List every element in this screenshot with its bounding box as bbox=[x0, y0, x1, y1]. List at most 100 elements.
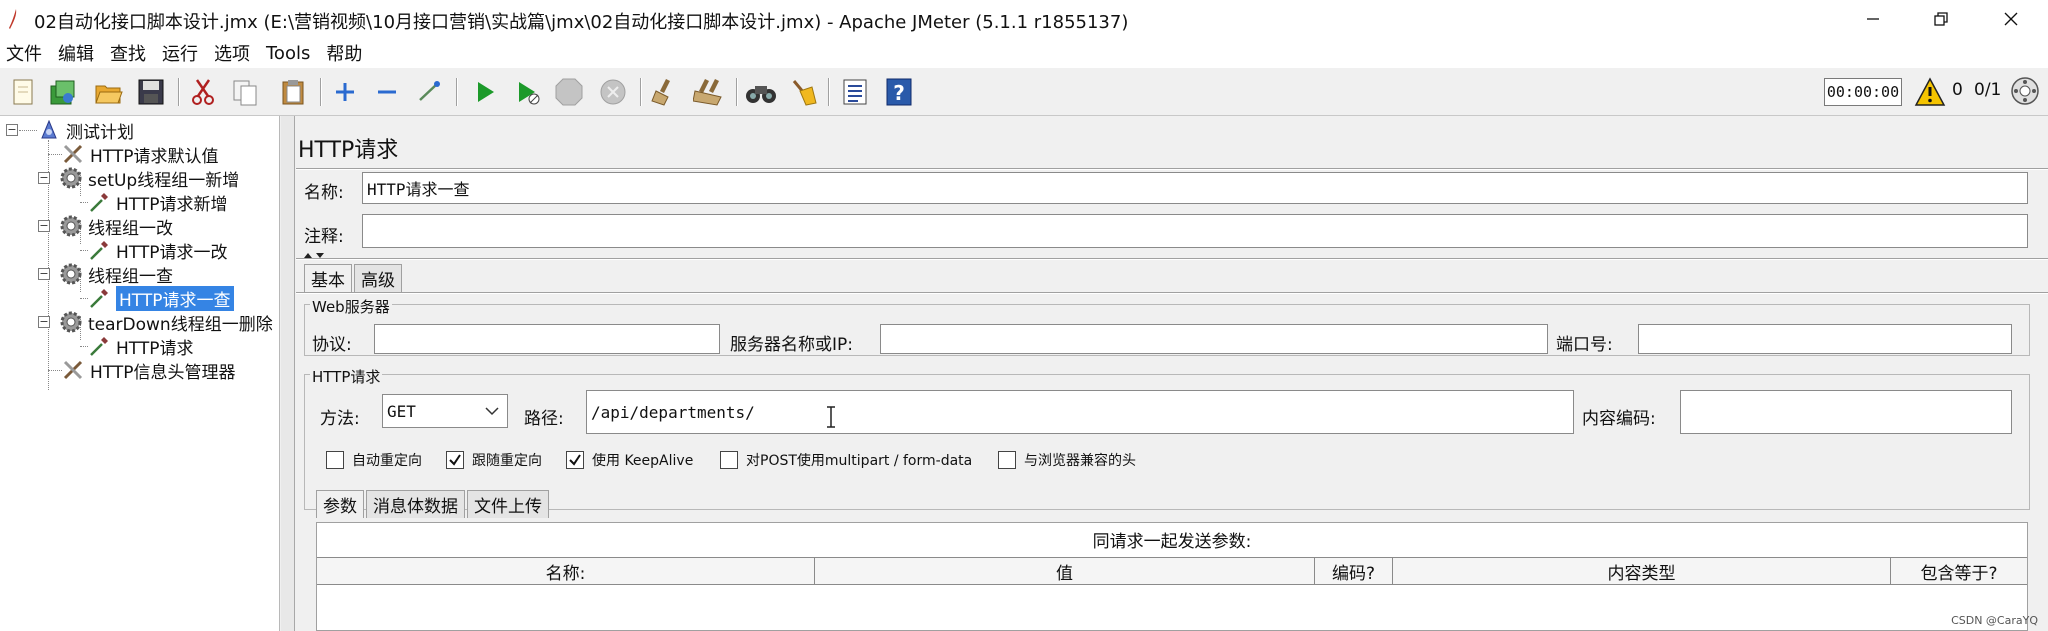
tab-body-data[interactable]: 消息体数据 bbox=[366, 490, 465, 518]
tree-node-label: setUp线程组一新增 bbox=[88, 170, 240, 191]
menu-options[interactable]: 选项 bbox=[214, 40, 250, 66]
multipart-checkbox[interactable]: 对POST使用multipart / form-data bbox=[720, 450, 972, 470]
tree-node-thread-group-query[interactable]: 线程组一查 bbox=[58, 262, 173, 287]
plus-icon bbox=[336, 83, 354, 101]
test-plan-tree[interactable]: − 测试计划 HTTP请求默认值 − setUp线程组一新增 HTTP请求新增 … bbox=[0, 116, 280, 631]
stop-button[interactable] bbox=[552, 75, 586, 109]
encoding-field[interactable] bbox=[1680, 390, 2012, 434]
menu-edit[interactable]: 编辑 bbox=[58, 40, 94, 66]
wrench-icon bbox=[60, 142, 86, 166]
path-field[interactable]: /api/departments/ bbox=[586, 390, 1574, 434]
expand-all-button[interactable] bbox=[328, 75, 362, 109]
column-header-value[interactable]: 值 bbox=[815, 558, 1315, 584]
http-request-group-title: HTTP请求 bbox=[310, 366, 383, 387]
clear-icon bbox=[651, 79, 670, 106]
tree-node-http-defaults[interactable]: HTTP请求默认值 bbox=[60, 142, 219, 167]
divider bbox=[296, 258, 2048, 260]
method-select[interactable]: GET bbox=[382, 394, 508, 428]
split-pane-divider[interactable] bbox=[281, 116, 295, 631]
table-caption: 同请求一起发送参数: bbox=[1092, 532, 1252, 552]
tree-toggle[interactable]: − bbox=[38, 172, 50, 184]
tree-node-test-plan[interactable]: 测试计划 bbox=[36, 118, 134, 143]
shutdown-button[interactable] bbox=[596, 75, 630, 109]
cut-button[interactable] bbox=[186, 75, 220, 109]
tree-node-label: HTTP请求新增 bbox=[116, 194, 228, 215]
column-header-include-equals[interactable]: 包含等于? bbox=[1891, 558, 2027, 584]
function-helper-button[interactable] bbox=[838, 75, 872, 109]
auto-redirect-checkbox[interactable]: 自动重定向 bbox=[326, 450, 422, 470]
save-icon bbox=[138, 79, 164, 105]
method-value: GET bbox=[387, 401, 416, 421]
collapse-all-button[interactable] bbox=[370, 75, 404, 109]
comment-field[interactable] bbox=[362, 214, 2028, 248]
tree-node-label: HTTP信息头管理器 bbox=[90, 362, 236, 383]
clear-all-button[interactable] bbox=[692, 75, 726, 109]
checkbox-label: 与浏览器兼容的头 bbox=[1024, 453, 1136, 469]
minimize-button[interactable] bbox=[1842, 0, 1904, 38]
tree-toggle[interactable]: − bbox=[38, 316, 50, 328]
warning-icon[interactable] bbox=[1914, 77, 1946, 107]
keepalive-checkbox[interactable]: 使用 KeepAlive bbox=[566, 450, 693, 470]
minimize-icon bbox=[1867, 18, 1879, 20]
clear-button[interactable] bbox=[648, 75, 682, 109]
toggle-button[interactable] bbox=[412, 75, 446, 109]
tab-basic[interactable]: 基本 bbox=[304, 264, 352, 292]
tree-node-setup-thread-group[interactable]: setUp线程组一新增 bbox=[58, 166, 240, 191]
close-icon bbox=[2004, 12, 2018, 26]
checkbox-box bbox=[446, 451, 464, 469]
restore-button[interactable] bbox=[1910, 0, 1972, 38]
close-button[interactable] bbox=[1980, 0, 2042, 38]
tab-advanced[interactable]: 高级 bbox=[354, 264, 402, 292]
tree-node-thread-group-update[interactable]: 线程组一改 bbox=[58, 214, 173, 239]
new-button[interactable] bbox=[6, 75, 40, 109]
toolbar: ? 00:00:00 0 0/1 bbox=[0, 68, 2048, 116]
parameters-table: 同请求一起发送参数: 名称: 值 编码? 内容类型 包含等于? bbox=[316, 522, 2028, 631]
server-field[interactable] bbox=[880, 324, 1548, 354]
save-button[interactable] bbox=[134, 75, 168, 109]
port-field[interactable] bbox=[1638, 324, 2012, 354]
tree-node-header-manager[interactable]: HTTP信息头管理器 bbox=[60, 358, 236, 383]
menu-run[interactable]: 运行 bbox=[162, 40, 198, 66]
follow-redirects-checkbox[interactable]: 跟随重定向 bbox=[446, 450, 542, 470]
tree-toggle[interactable]: − bbox=[6, 124, 18, 136]
tab-parameters[interactable]: 参数 bbox=[316, 490, 364, 518]
open-button[interactable] bbox=[92, 75, 126, 109]
start-button[interactable] bbox=[468, 75, 502, 109]
tree-node-http-request-update[interactable]: HTTP请求一改 bbox=[86, 238, 228, 263]
pipette-icon bbox=[86, 238, 112, 262]
tree-node-http-request-delete[interactable]: HTTP请求 bbox=[86, 334, 194, 359]
start-no-pauses-button[interactable] bbox=[510, 75, 544, 109]
menu-file[interactable]: 文件 bbox=[6, 40, 42, 66]
menu-tools[interactable]: Tools bbox=[266, 43, 310, 64]
reset-search-button[interactable] bbox=[786, 75, 820, 109]
start-no-timers-icon bbox=[519, 82, 540, 105]
pipette-icon bbox=[86, 334, 112, 358]
minus-icon bbox=[378, 90, 396, 94]
help-button[interactable]: ? bbox=[882, 75, 916, 109]
protocol-field[interactable] bbox=[374, 324, 720, 354]
column-header-content-type[interactable]: 内容类型 bbox=[1393, 558, 1891, 584]
tree-node-http-request-query[interactable]: HTTP请求一查 bbox=[86, 285, 234, 311]
search-button[interactable] bbox=[744, 75, 778, 109]
look-and-feel-icon[interactable] bbox=[2010, 76, 2040, 106]
name-field[interactable]: HTTP请求一查 bbox=[362, 172, 2028, 204]
tree-node-http-request-add[interactable]: HTTP请求新增 bbox=[86, 190, 228, 215]
menu-search[interactable]: 查找 bbox=[110, 40, 146, 66]
tree-toggle[interactable]: − bbox=[38, 220, 50, 232]
menu-bar: 文件 编辑 查找 运行 选项 Tools 帮助 bbox=[0, 38, 2048, 68]
tree-toggle[interactable]: − bbox=[38, 268, 50, 280]
tree-node-teardown-thread-group[interactable]: tearDown线程组一删除 bbox=[58, 310, 273, 335]
checkbox-label: 对POST使用multipart / form-data bbox=[746, 453, 973, 469]
browser-compatible-headers-checkbox[interactable]: 与浏览器兼容的头 bbox=[998, 450, 1136, 470]
encoding-label: 内容编码: bbox=[1582, 409, 1656, 429]
column-header-name[interactable]: 名称: bbox=[317, 558, 815, 584]
divider bbox=[296, 168, 2048, 170]
paste-button[interactable] bbox=[276, 75, 310, 109]
checkbox-label: 使用 KeepAlive bbox=[592, 453, 694, 469]
menu-help[interactable]: 帮助 bbox=[326, 40, 362, 66]
templates-button[interactable] bbox=[46, 75, 80, 109]
copy-button[interactable] bbox=[228, 75, 262, 109]
column-header-encode[interactable]: 编码? bbox=[1315, 558, 1393, 584]
table-header: 名称: 值 编码? 内容类型 包含等于? bbox=[317, 557, 2027, 585]
tab-files-upload[interactable]: 文件上传 bbox=[467, 490, 549, 518]
